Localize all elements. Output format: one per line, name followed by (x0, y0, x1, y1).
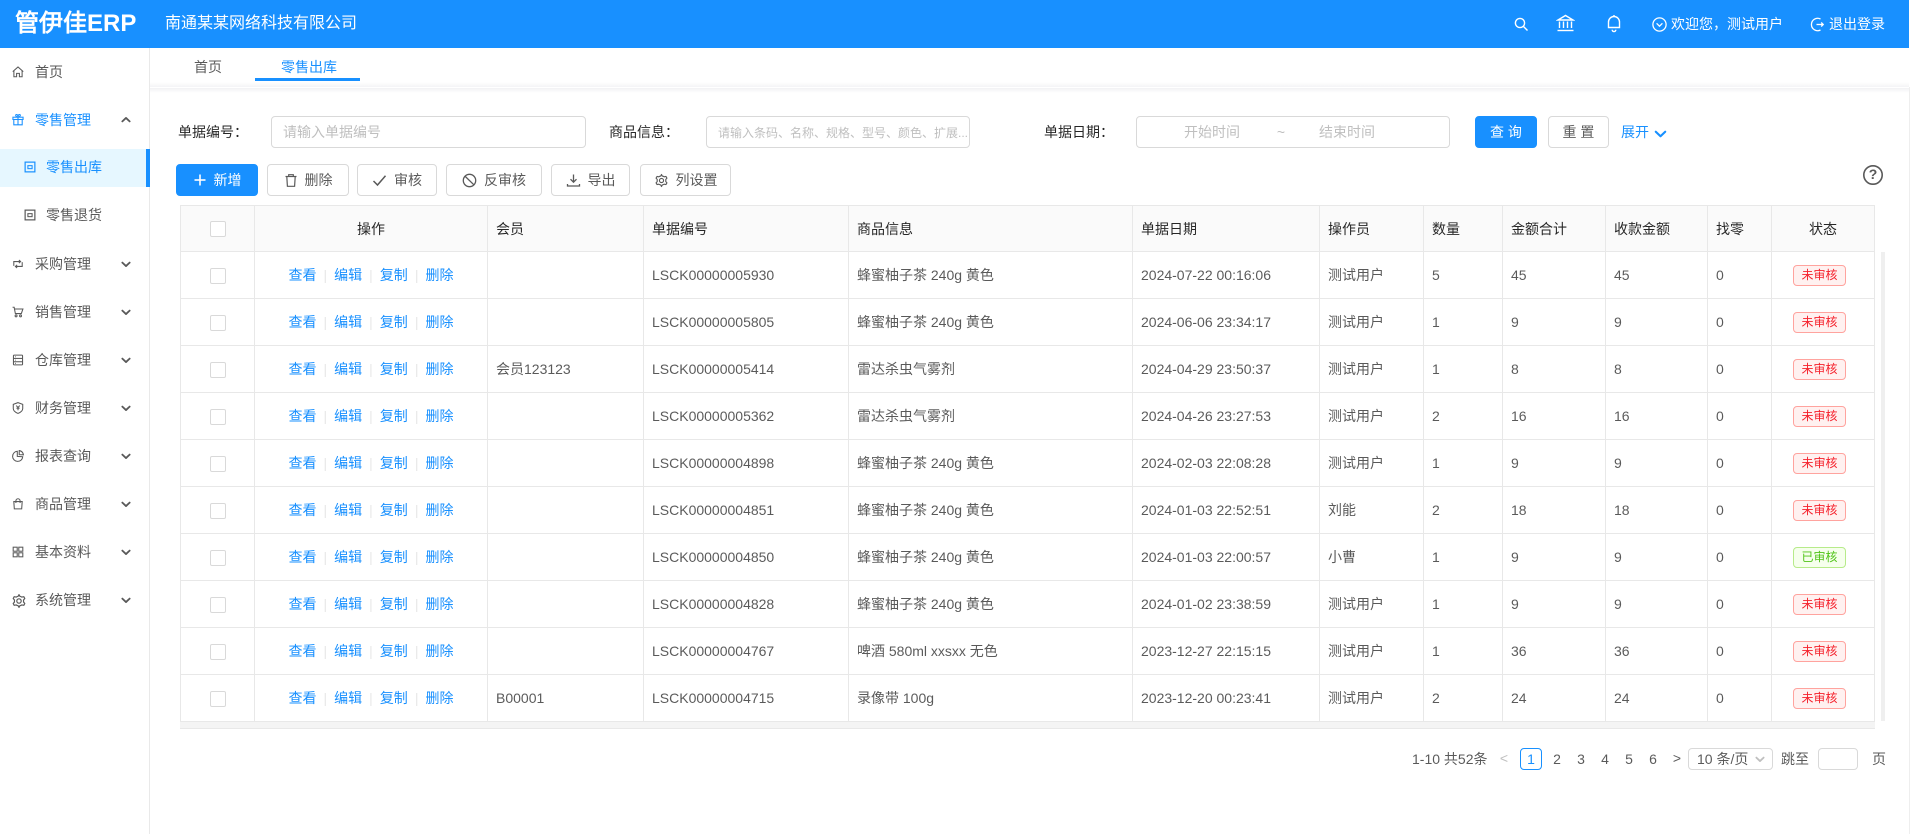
svg-text:?: ? (1869, 166, 1878, 182)
